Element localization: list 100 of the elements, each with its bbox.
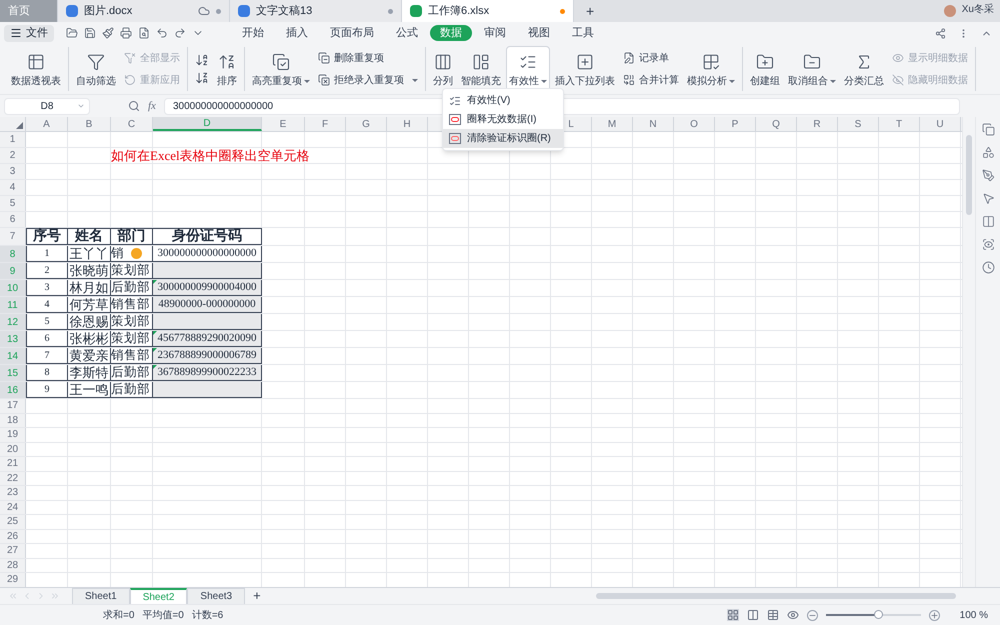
ribbon-tab[interactable]: 页面布局 (320, 25, 384, 41)
column-header[interactable]: A (26, 117, 68, 131)
ribbon-button[interactable]: 记录单 (620, 48, 682, 68)
pen-icon[interactable] (982, 169, 994, 182)
column-header[interactable]: M (592, 117, 633, 131)
column-header[interactable]: S (838, 117, 879, 131)
ribbon-tab[interactable]: 数据 (430, 25, 472, 41)
page-break-icon[interactable] (766, 609, 779, 621)
page-view-icon[interactable] (746, 609, 759, 621)
row-header[interactable]: 13 (0, 331, 26, 347)
undo-icon[interactable] (156, 27, 168, 39)
ribbon-button[interactable]: 取消组合 (785, 46, 839, 92)
ribbon-button[interactable]: 智能填充 (458, 46, 504, 92)
column-header[interactable]: U (920, 117, 961, 131)
row-header[interactable]: 3 (0, 164, 26, 179)
name-box[interactable]: D8 (4, 98, 90, 114)
ribbon-button[interactable]: 分类汇总 (841, 46, 887, 92)
row-header[interactable]: 21 (0, 457, 26, 470)
ribbon-button[interactable]: 插入下拉列表 (552, 46, 618, 92)
menu-item[interactable]: 清除验证标识圈(R) (443, 129, 563, 148)
ribbon-button[interactable]: 删除重复项 (315, 48, 421, 68)
row-header[interactable]: 23 (0, 486, 26, 500)
row-header[interactable]: 5 (0, 196, 26, 211)
copy-icon[interactable] (982, 123, 994, 136)
row-header[interactable]: 1 (0, 132, 26, 147)
open-icon[interactable] (66, 27, 78, 39)
normal-view-icon[interactable] (726, 609, 739, 621)
row-header[interactable]: 15 (0, 365, 26, 381)
sheet-tab[interactable]: Sheet2 (130, 588, 188, 604)
row-header[interactable]: 11 (0, 297, 26, 313)
zoom-out-icon[interactable] (806, 610, 818, 620)
column-header[interactable]: O (674, 117, 715, 131)
zoom-icon[interactable] (128, 100, 140, 112)
column-header[interactable]: F (305, 117, 346, 131)
ribbon-button[interactable]: 数据透视表 (8, 46, 64, 92)
preview-icon[interactable] (138, 27, 150, 39)
ribbon-button[interactable]: 排序 (214, 46, 240, 92)
document-tab[interactable]: 文字文稿13 (230, 0, 402, 22)
columns-icon[interactable] (982, 215, 994, 228)
sheet-tab[interactable]: Sheet1 (72, 588, 130, 604)
row-header[interactable]: 4 (0, 180, 26, 195)
row-header[interactable]: 8 (0, 246, 26, 262)
column-header[interactable]: N (633, 117, 674, 131)
column-header[interactable]: B (68, 117, 111, 131)
row-header[interactable]: 27 (0, 544, 26, 558)
ribbon-button[interactable]: 模拟分析 (684, 46, 738, 92)
brush-icon[interactable] (102, 27, 114, 39)
pointer-icon[interactable] (982, 192, 994, 205)
ribbon-button[interactable]: 自动筛选 (73, 46, 119, 92)
eye-icon[interactable] (786, 609, 799, 621)
column-header[interactable]: E (262, 117, 305, 131)
zoom-in-icon[interactable] (928, 610, 940, 620)
column-header[interactable]: H (387, 117, 428, 131)
ribbon-button[interactable]: 分列 (430, 46, 456, 92)
sheet-tab[interactable]: Sheet3 (187, 588, 246, 604)
history-icon[interactable] (982, 261, 994, 274)
zoom-slider-thumb[interactable] (874, 610, 883, 619)
row-header[interactable]: 20 (0, 442, 26, 456)
redo-icon[interactable] (174, 27, 186, 39)
row-header[interactable]: 17 (0, 399, 26, 412)
row-header[interactable]: 26 (0, 530, 26, 543)
column-header[interactable]: G (346, 117, 387, 131)
row-header[interactable]: 25 (0, 515, 26, 528)
file-menu-button[interactable]: 文件 (4, 24, 54, 42)
ribbon-button[interactable]: 高亮重复项 (249, 46, 313, 92)
function-label[interactable]: fx (148, 98, 156, 114)
share-icon[interactable] (935, 28, 946, 38)
menu-item[interactable]: 有效性(V) (443, 91, 563, 110)
row-header[interactable]: 16 (0, 382, 26, 398)
document-tab[interactable]: 图片.docx (58, 0, 230, 22)
ribbon-tab[interactable]: 工具 (562, 25, 604, 41)
column-header[interactable]: T (879, 117, 920, 131)
ribbon-button[interactable]: 创建组 (747, 46, 783, 92)
column-header[interactable]: Q (756, 117, 797, 131)
row-header[interactable]: 6 (0, 212, 26, 227)
row-header[interactable]: 22 (0, 472, 26, 485)
row-header[interactable]: 19 (0, 428, 26, 442)
row-header[interactable]: 29 (0, 573, 26, 586)
scrollbar-thumb[interactable] (966, 135, 972, 215)
ribbon-tab[interactable]: 插入 (276, 25, 318, 41)
row-header[interactable]: 18 (0, 414, 26, 427)
column-header[interactable]: P (715, 117, 756, 131)
shapes-icon[interactable] (982, 146, 994, 159)
row-header[interactable]: 14 (0, 348, 26, 364)
ribbon-tab[interactable]: 开始 (232, 25, 274, 41)
save-icon[interactable] (84, 27, 96, 39)
row-header[interactable]: 12 (0, 314, 26, 330)
column-header[interactable]: D (153, 117, 262, 131)
row-header[interactable]: 24 (0, 500, 26, 514)
ribbon-tab[interactable]: 审阅 (474, 25, 516, 41)
document-tab[interactable]: 工作簿6.xlsx (402, 0, 574, 22)
document-tab[interactable]: 首页 (0, 0, 58, 22)
ribbon-button[interactable]: 拒绝录入重复项 (315, 70, 421, 90)
row-header[interactable]: 7 (0, 228, 26, 245)
new-tab-button[interactable]: + (574, 0, 606, 22)
ribbon-button[interactable]: 合并计算 (620, 70, 682, 90)
column-header[interactable]: R (797, 117, 838, 131)
print-icon[interactable] (120, 27, 132, 39)
row-header[interactable]: 28 (0, 558, 26, 572)
row-header[interactable]: 10 (0, 280, 26, 296)
